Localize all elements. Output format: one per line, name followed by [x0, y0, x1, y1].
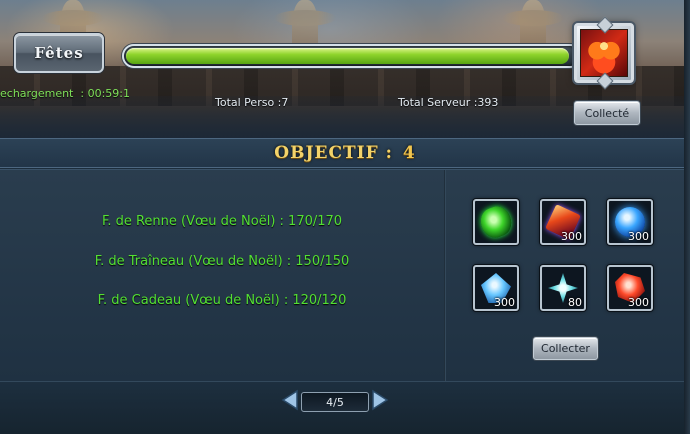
reward-quantity: 300: [628, 230, 649, 243]
objective-number: 4: [402, 143, 416, 163]
arrow-right-icon: [372, 389, 389, 411]
page-indicator: 4/5: [301, 392, 369, 412]
requirement-sleigh: F. de Traîneau (Vœu de Noël) : 150/150: [94, 254, 350, 269]
objective-header: Objectif : 4: [0, 138, 690, 168]
reward-quantity: 80: [568, 296, 582, 309]
reward-quantity: 300: [628, 296, 649, 309]
reward-slot[interactable]: 300: [607, 265, 653, 311]
reward-quantity: 300: [494, 296, 515, 309]
reload-timer: echargement : 00:59:1: [0, 87, 130, 100]
final-reward-slot[interactable]: [574, 23, 634, 83]
arrow-left-icon: [281, 389, 298, 411]
next-page-button[interactable]: [369, 389, 391, 411]
reward-slot[interactable]: 300: [540, 199, 586, 245]
collected-button[interactable]: Collecté: [574, 101, 640, 125]
gift-box-icon: [580, 29, 628, 77]
reward-slot[interactable]: [473, 199, 519, 245]
green-gem-icon: [476, 202, 516, 242]
fetes-tab-button[interactable]: Fêtes: [14, 33, 104, 73]
collect-button[interactable]: Collecter: [533, 337, 598, 360]
reward-slot[interactable]: 80: [540, 265, 586, 311]
objective-label: Objectif :: [274, 143, 393, 163]
window-edge: [684, 0, 690, 434]
reward-slot[interactable]: 300: [607, 199, 653, 245]
requirement-reindeer: F. de Renne (Vœu de Noël) : 170/170: [101, 214, 343, 229]
reward-quantity: 300: [561, 230, 582, 243]
requirement-gift: F. de Cadeau (Vœu de Noël) : 120/120: [97, 293, 347, 308]
prev-page-button[interactable]: [279, 389, 301, 411]
reward-slot[interactable]: 300: [473, 265, 519, 311]
panel-divider: [444, 170, 446, 382]
objective-title: Objectif : 4: [274, 143, 415, 163]
total-serveur: Total Serveur :393: [398, 96, 499, 109]
total-perso: Total Perso :7: [215, 96, 289, 109]
event-progress-bar: [122, 44, 582, 68]
progress-fill: [126, 48, 569, 64]
